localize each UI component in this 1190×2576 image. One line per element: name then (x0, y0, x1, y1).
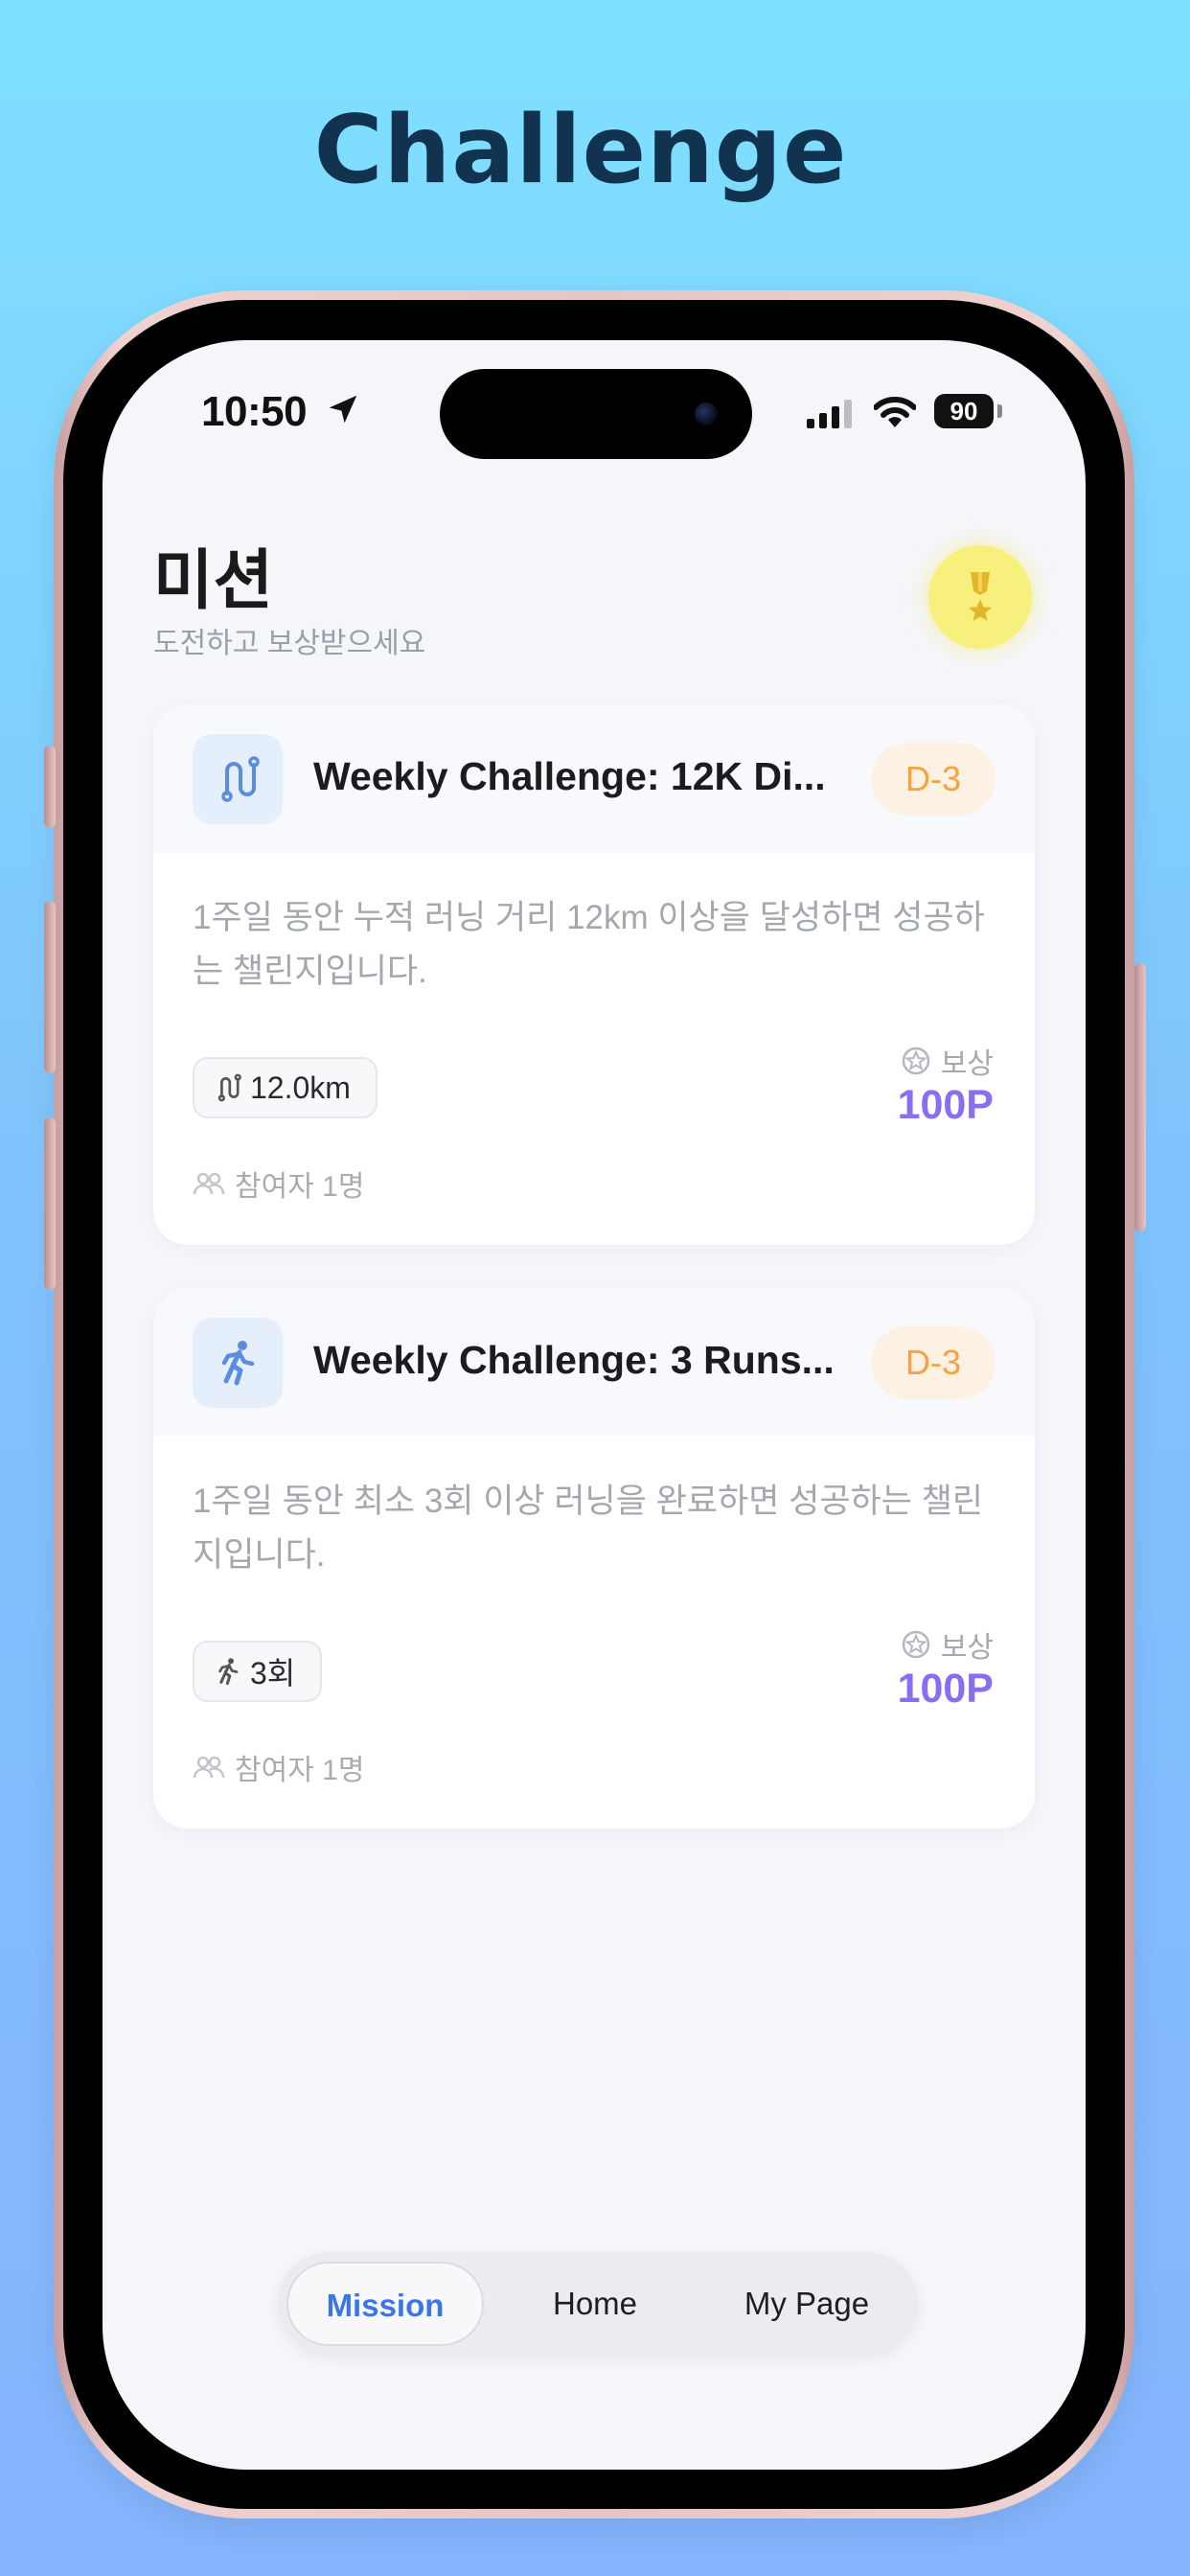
battery-indicator: 90 (934, 394, 994, 428)
location-arrow-icon (329, 395, 357, 424)
route-icon (221, 756, 260, 802)
reward-star-icon (902, 1630, 930, 1659)
volume-down-button (44, 1117, 56, 1290)
runner-icon (221, 1341, 255, 1386)
dday-badge: D-3 (871, 1326, 995, 1399)
reward-label: 보상 (940, 1048, 994, 1080)
tab-home[interactable]: Home (499, 2262, 691, 2346)
card-title: Weekly Challenge: 12K Di... (313, 754, 826, 798)
wifi-icon (874, 397, 916, 427)
route-icon (217, 1073, 241, 1102)
reward-value: 100P (897, 1082, 994, 1128)
participants: 참여자 1명 (193, 1162, 364, 1205)
people-icon (193, 1172, 225, 1195)
tab-mission[interactable]: Mission (286, 2262, 484, 2346)
participants: 참여자 1명 (193, 1746, 364, 1788)
volume-up-button (44, 901, 56, 1073)
reward-label: 보상 (940, 1632, 994, 1664)
page-title: 미션 (153, 543, 274, 619)
people-icon (193, 1756, 225, 1779)
hero-title: Challenge (313, 96, 848, 205)
card-description: 1주일 동안 최소 3회 이상 러닝을 완료하면 성공하는 챌린지입니다. (193, 1483, 984, 1574)
phone-screen: 10:50 90 미션 도전하고 보상받으세요 Weekly Challenge… (103, 340, 1086, 2470)
reward-label-row: 보상 (901, 1040, 994, 1082)
reward-value: 100P (897, 1666, 994, 1712)
action-button (44, 746, 56, 828)
participants-text: 참여자 1명 (235, 1171, 365, 1203)
medal-icon (969, 572, 992, 621)
medal-button[interactable] (928, 545, 1032, 649)
dday-badge: D-3 (871, 743, 995, 816)
runs-chip: 3회 (193, 1641, 323, 1702)
runner-icon (218, 1658, 239, 1686)
reward-star-icon (902, 1046, 930, 1075)
tab-bar: Mission Home My Page (277, 2252, 919, 2356)
front-camera (695, 402, 718, 426)
cellular-signal-icon (807, 400, 852, 428)
reward-label-row: 보상 (901, 1623, 994, 1666)
status-time: 10:50 (201, 388, 308, 435)
card-icon-box (193, 1318, 283, 1408)
card-title: Weekly Challenge: 3 Runs... (313, 1338, 835, 1382)
challenge-card[interactable]: Weekly Challenge: 12K Di... D-3 1주일 동안 누… (153, 704, 1035, 1245)
challenge-card[interactable]: Weekly Challenge: 3 Runs... D-3 1주일 동안 최… (153, 1288, 1035, 1828)
power-button (1134, 963, 1146, 1231)
distance-chip: 12.0km (193, 1057, 378, 1118)
card-icon-box (193, 734, 283, 824)
participants-text: 참여자 1명 (235, 1755, 365, 1786)
tab-my-page[interactable]: My Page (706, 2262, 907, 2346)
page-subtitle: 도전하고 보상받으세요 (153, 628, 426, 659)
chip-value: 3회 (250, 1656, 296, 1690)
card-description: 1주일 동안 누적 러닝 거리 12km 이상을 달성하면 성공하는 챌린지입니… (193, 899, 985, 990)
dynamic-island (440, 369, 752, 459)
battery-tip (997, 404, 1002, 418)
chip-value: 12.0km (250, 1070, 351, 1105)
